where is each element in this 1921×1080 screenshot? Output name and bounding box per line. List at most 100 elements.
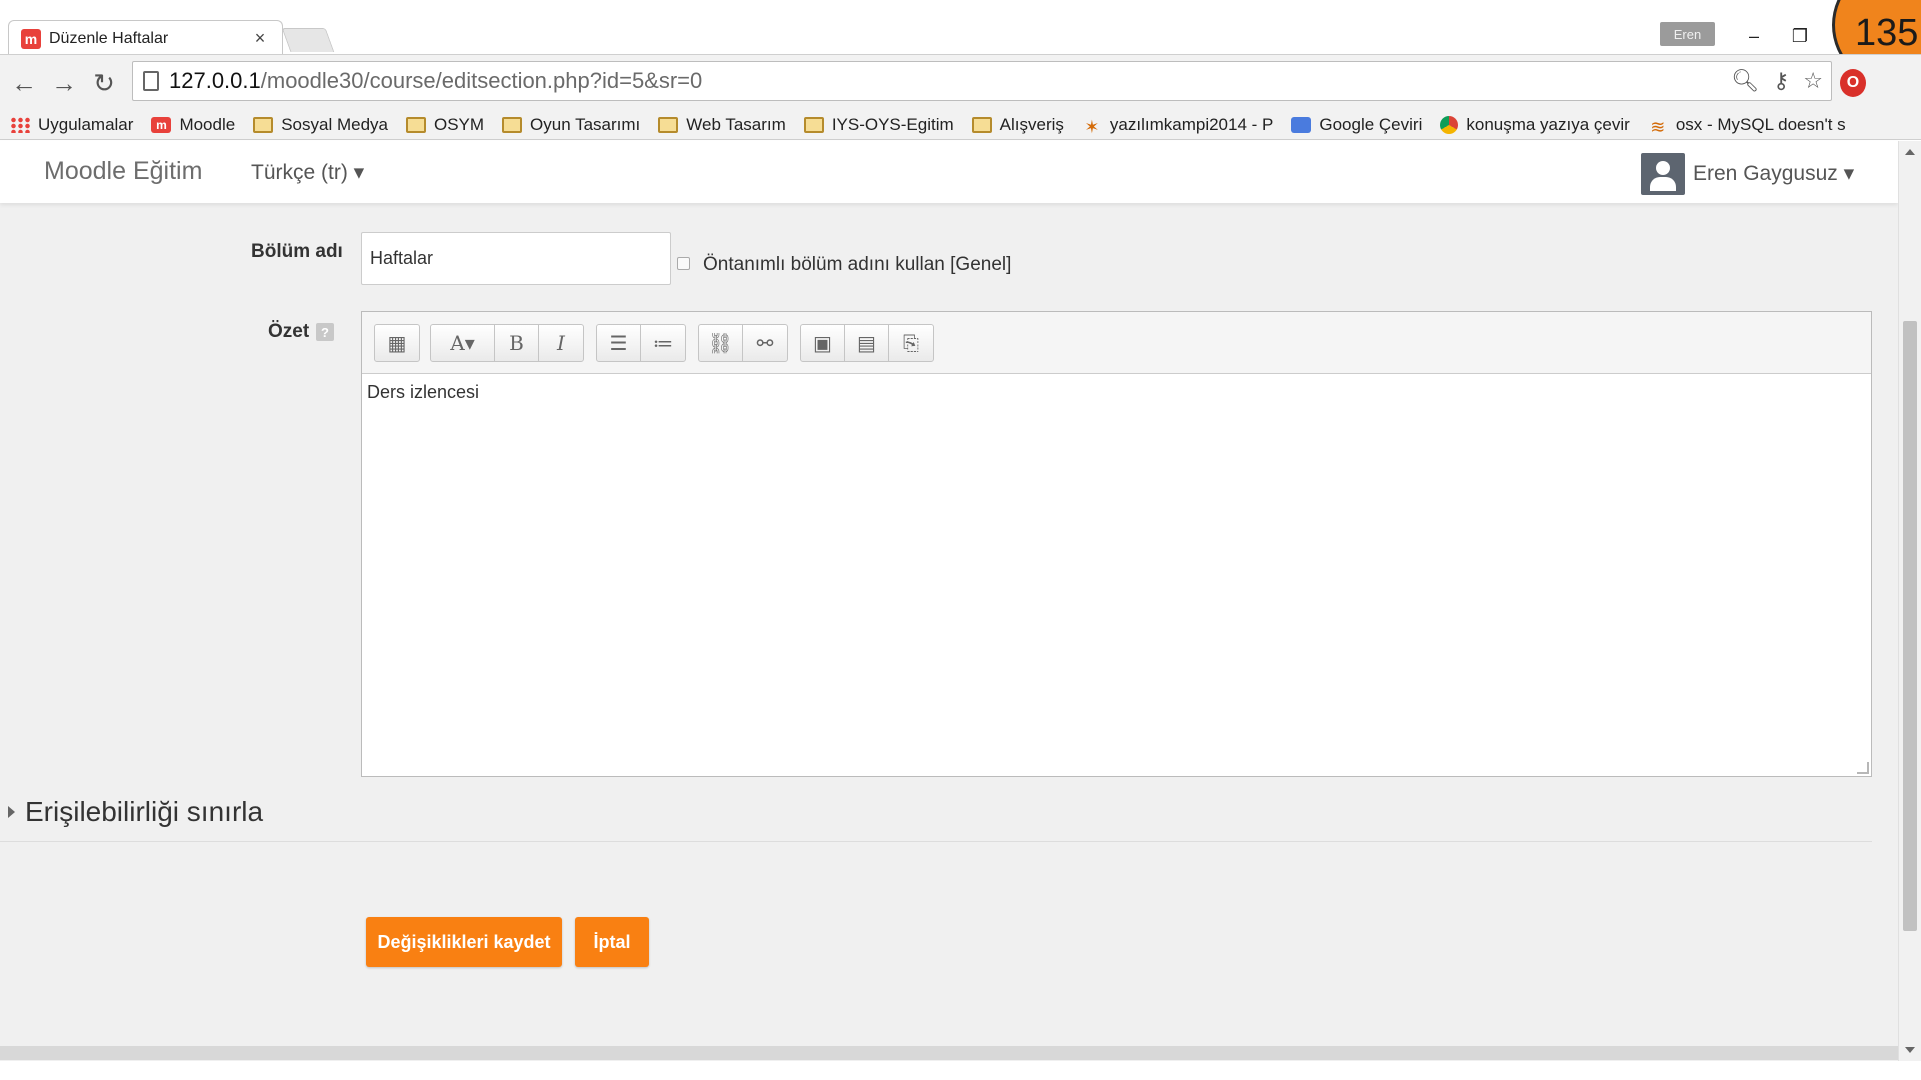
new-tab-button[interactable] <box>281 28 335 52</box>
default-name-checkbox-label: Öntanımlı bölüm adını kullan [Genel] <box>703 254 1012 275</box>
editor-toolbar: ▦ A▾ B I ☰ ≔ ⛓ ⚯ ▣ ▤ ⎘ <box>362 312 1871 374</box>
bold-icon[interactable]: B <box>495 325 539 361</box>
tab-title: Düzenle Haftalar <box>49 29 169 47</box>
help-icon[interactable]: ? <box>316 323 334 341</box>
italic-icon[interactable]: I <box>539 325 583 361</box>
restrict-access-title: Erişilebilirliği sınırla <box>25 796 264 827</box>
toolbar-group-media: ▣ ▤ ⎘ <box>800 324 934 362</box>
user-avatar-icon[interactable] <box>1641 153 1685 195</box>
bookmark-label: Moodle <box>179 114 236 134</box>
page-bottom-bar <box>0 1046 1898 1060</box>
manage-files-icon[interactable]: ⎘ <box>889 325 933 361</box>
bookmark-label: konuşma yazıya çevir <box>1466 114 1630 134</box>
apps-grid-icon <box>10 116 30 133</box>
browser-toolbar: ← → ↻ 127.0.0.1 /moodle30/course/editsec… <box>0 54 1921 110</box>
moodle-icon: m <box>151 116 172 133</box>
back-arrow-icon[interactable]: ← <box>8 67 40 99</box>
summary-label: Özet <box>268 321 310 342</box>
bookmark-folder-oyun-tasarimi[interactable]: Oyun Tasarımı <box>502 115 640 135</box>
bookmark-konusma[interactable]: konuşma yazıya çevir <box>1440 114 1630 135</box>
section-name-input[interactable]: Haftalar <box>361 232 671 285</box>
browser-titlebar: m Düzenle Haftalar × Eren – ❐ 135 <box>0 0 1921 90</box>
vertical-scrollbar[interactable] <box>1898 141 1921 1061</box>
summary-text: Ders izlencesi <box>367 382 480 402</box>
unlink-icon[interactable]: ⚯ <box>743 325 787 361</box>
resize-grip-icon[interactable] <box>1857 762 1869 774</box>
bookmark-osx-mysql[interactable]: ≋ osx - MySQL doesn't s <box>1648 114 1846 137</box>
browser-tab-active[interactable]: m Düzenle Haftalar × <box>8 20 283 56</box>
bookmark-folder-iys-oys[interactable]: IYS-OYS-Egitim <box>803 114 954 135</box>
minimize-icon[interactable]: – <box>1740 24 1768 48</box>
summary-editor: ▦ A▾ B I ☰ ≔ ⛓ ⚯ ▣ ▤ ⎘ Ders izlencesi <box>361 311 1872 777</box>
scroll-up-icon[interactable] <box>1905 149 1915 155</box>
toolbar-group-lists: ☰ ≔ <box>596 324 686 362</box>
tab-close-icon[interactable]: × <box>250 28 270 49</box>
cancel-button[interactable]: İptal <box>575 917 649 967</box>
section-name-label: Bölüm adı <box>251 241 343 262</box>
toolbar-group-format: A▾ B I <box>430 324 584 362</box>
bookmark-label: Oyun Tasarımı <box>530 114 641 134</box>
ordered-list-icon[interactable]: ≔ <box>641 325 685 361</box>
bookmarks-bar: Uygulamalar m Moodle Sosyal Medya OSYM O… <box>0 110 1921 140</box>
zoom-icon[interactable]: 🔍︎ <box>1731 68 1759 94</box>
folder-icon <box>658 116 679 133</box>
bookmark-folder-web-tasarim[interactable]: Web Tasarım <box>658 115 786 135</box>
bookmark-label: Uygulamalar <box>38 114 134 134</box>
user-menu[interactable]: Eren Gaygusuz ▾ <box>1693 161 1854 186</box>
opera-extension-icon[interactable]: O <box>1840 69 1866 97</box>
stackoverflow-icon: ≋ <box>1650 116 1666 137</box>
url-path: /moodle30/course/editsection.php?id=5&sr… <box>260 68 703 93</box>
bookmark-folder-sosyal-medya[interactable]: Sosyal Medya <box>253 115 388 135</box>
bookmark-moodle[interactable]: m Moodle <box>151 115 235 135</box>
url-host: 127.0.0.1 <box>169 68 261 93</box>
font-style-icon[interactable]: A▾ <box>431 325 495 361</box>
bookmark-label: yazılımkampi2014 - P <box>1109 114 1274 134</box>
toolbar-group-links: ⛓ ⚯ <box>698 324 788 362</box>
bookmark-label: osx - MySQL doesn't s <box>1675 114 1846 134</box>
profile-badge[interactable]: Eren <box>1660 22 1715 46</box>
bookmark-star-icon[interactable]: ☆ <box>1803 68 1823 94</box>
default-name-checkbox[interactable] <box>677 257 690 270</box>
bookmark-label: Web Tasarım <box>686 114 786 134</box>
unordered-list-icon[interactable]: ☰ <box>597 325 641 361</box>
image-icon[interactable]: ▣ <box>801 325 845 361</box>
folder-icon <box>971 116 992 133</box>
language-menu[interactable]: Türkçe (tr) ▾ <box>251 160 364 185</box>
bookmark-label: OSYM <box>433 114 485 134</box>
folder-icon <box>253 116 274 133</box>
key-icon[interactable]: ⚷ <box>1773 68 1789 94</box>
scroll-thumb[interactable] <box>1903 321 1917 931</box>
window-bottom-strip <box>0 1061 1921 1080</box>
address-bar[interactable]: 127.0.0.1 /moodle30/course/editsection.p… <box>132 61 1832 101</box>
moodle-favicon-icon: m <box>21 28 41 49</box>
scroll-down-icon[interactable] <box>1905 1047 1915 1053</box>
slide-number: 135 <box>1855 12 1919 54</box>
caret-right-icon <box>8 806 15 818</box>
bookmark-yazilimkampi[interactable]: ✶ yazılımkampi2014 - P <box>1082 114 1274 137</box>
bookmark-label: Google Çeviri <box>1319 114 1423 134</box>
toggle-toolbar-icon[interactable]: ▦ <box>375 325 419 361</box>
media-icon[interactable]: ▤ <box>845 325 889 361</box>
forward-arrow-icon[interactable]: → <box>48 67 80 99</box>
link-icon[interactable]: ⛓ <box>699 325 743 361</box>
chrome-icon <box>1440 115 1459 134</box>
page-content: Moodle Eğitim Türkçe (tr) ▾ Eren Gaygusu… <box>0 141 1898 1061</box>
bookmark-label: Alışveriş <box>999 114 1064 134</box>
section-divider <box>0 841 1872 842</box>
reload-icon[interactable]: ↻ <box>88 67 120 99</box>
summary-editor-content[interactable]: Ders izlencesi <box>362 374 1871 776</box>
bookmark-google-ceviri[interactable]: Google Çeviri <box>1291 115 1422 135</box>
restore-icon[interactable]: ❐ <box>1786 24 1814 48</box>
bookmark-label: Sosyal Medya <box>281 114 388 134</box>
bookmark-folder-alisveris[interactable]: Alışveriş <box>971 114 1064 135</box>
bookmark-folder-osym[interactable]: OSYM <box>405 114 485 135</box>
bookmark-apps[interactable]: Uygulamalar <box>10 115 133 135</box>
google-translate-icon <box>1291 116 1312 133</box>
folder-icon <box>405 116 426 133</box>
save-changes-button[interactable]: Değişiklikleri kaydet <box>366 917 562 967</box>
folder-icon <box>803 116 824 133</box>
restrict-access-toggle[interactable]: Erişilebilirliği sınırla <box>8 796 263 828</box>
site-brand[interactable]: Moodle Eğitim <box>44 157 202 186</box>
bookmark-label: IYS-OYS-Egitim <box>831 114 954 134</box>
page-icon <box>143 71 159 91</box>
